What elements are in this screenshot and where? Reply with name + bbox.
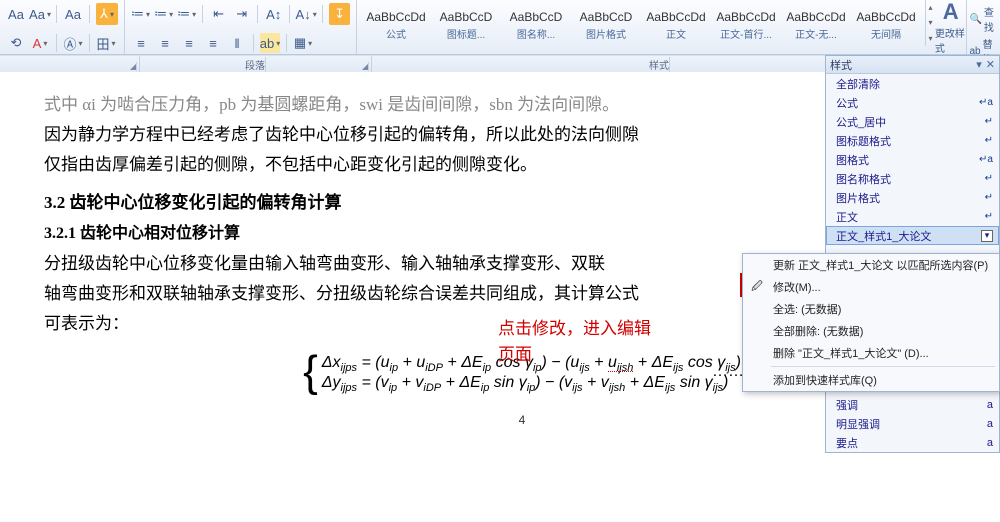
strike-btn[interactable]: ⟲ <box>6 33 26 53</box>
style-preview: AaBbCcDd <box>646 10 705 24</box>
highlight-color-btn[interactable]: ab <box>260 33 280 53</box>
style-gallery-item[interactable]: AaBbCcDd 正文 <box>641 2 711 48</box>
style-gallery-item[interactable]: AaBbCcDd 无间隔 <box>851 2 921 48</box>
change-style-label: 更改样式 <box>935 25 967 55</box>
outdent-btn[interactable]: ⇤ <box>209 4 228 24</box>
style-list-item[interactable]: 公式_居中↵ <box>826 112 999 131</box>
change-style-icon: A <box>943 0 959 25</box>
style-list-item[interactable]: 图格式↵a <box>826 150 999 169</box>
style-gallery-item[interactable]: AaBbCcD 图名称... <box>501 2 571 48</box>
styles-list-bottom[interactable]: 强调a明显强调a要点a <box>826 395 999 452</box>
ctx-add-quick[interactable]: 添加到快速样式库(Q) <box>743 369 999 391</box>
case-btn-2[interactable]: Aa <box>30 4 50 24</box>
align-center-btn[interactable]: ≡ <box>155 33 175 53</box>
para-launcher[interactable]: ◢ <box>362 62 369 71</box>
style-list-item[interactable]: 图名称格式↵ <box>826 169 999 188</box>
editing-group: 🔍查找 ab替换 ▭选择 <box>967 0 1000 54</box>
style-list-item[interactable]: 公式↵a <box>826 93 999 112</box>
style-label: 公式 <box>386 26 406 41</box>
font-group: Aa Aa Aa ⅄ ⟲ A Ⓐ 田 <box>0 0 125 54</box>
find-icon: 🔍 <box>969 14 981 25</box>
font-launcher[interactable]: ◢ <box>130 62 137 71</box>
pane-close-icon[interactable]: ✕ <box>986 58 995 71</box>
indent-btn[interactable]: ⇥ <box>232 4 251 24</box>
style-preview: AaBbCcD <box>510 10 563 24</box>
style-list-item[interactable]: 图标题格式↵ <box>826 131 999 150</box>
modify-icon: 🖉 <box>749 279 765 295</box>
annotation-text: 点击修改，进入编辑页面 <box>498 316 651 368</box>
style-label: 正文-首行... <box>720 26 772 41</box>
char-border-btn[interactable]: Ⓐ <box>63 33 83 53</box>
styles-list[interactable]: 全部清除公式↵a公式_居中↵图标题格式↵图格式↵a图名称格式↵图片格式↵正文↵ <box>826 74 999 226</box>
style-gallery-item[interactable]: AaBbCcD 图片格式 <box>571 2 641 48</box>
find-btn[interactable]: 🔍查找 <box>969 4 998 34</box>
style-selected-dd-icon[interactable]: ▾ <box>981 230 993 242</box>
borders-btn[interactable]: ▦ <box>293 33 313 53</box>
highlight-btn[interactable]: ⅄ <box>96 3 118 25</box>
style-gallery-item[interactable]: AaBbCcDd 正文-首行... <box>711 2 781 48</box>
style-preview: AaBbCcDd <box>786 10 845 24</box>
style-gallery-item[interactable]: AaBbCcDd 正文-无... <box>781 2 851 48</box>
style-list-item[interactable]: 明显强调a <box>826 414 999 433</box>
style-preview: AaBbCcDd <box>856 10 915 24</box>
style-list-item[interactable]: 全部清除 <box>826 74 999 93</box>
ctx-delete-style[interactable]: 删除 "正文_样式1_大论文" (D)... <box>743 342 999 364</box>
multilevel-btn[interactable]: ≔ <box>177 4 196 24</box>
align-left-btn[interactable]: ≡ <box>131 33 151 53</box>
style-list-item[interactable]: 图片格式↵ <box>826 188 999 207</box>
ctx-update-style[interactable]: 更新 正文_样式1_大论文 以匹配所选内容(P) <box>743 254 999 276</box>
style-label: 图名称... <box>517 26 555 41</box>
style-item-selected[interactable]: 正文_样式1_大论文 ▾ <box>826 226 999 245</box>
style-list-item[interactable]: 要点a <box>826 433 999 452</box>
ctx-modify-style[interactable]: 🖉修改(M)... <box>743 276 999 298</box>
ctx-separator <box>771 366 995 367</box>
align-distrib-btn[interactable]: ‖ <box>227 33 247 53</box>
ctx-remove-all[interactable]: 全部删除: (无数据) <box>743 320 999 342</box>
case-btn-1[interactable]: Aa <box>6 4 26 24</box>
style-context-menu: 更新 正文_样式1_大论文 以匹配所选内容(P) 🖉修改(M)... 全选: (… <box>742 253 1000 392</box>
case-btn-3[interactable]: Aa <box>63 4 83 24</box>
gallery-scroll[interactable]: ▴▾▾ <box>925 0 935 46</box>
bullets-btn[interactable]: ≔ <box>131 4 150 24</box>
showmarks-btn[interactable]: ↧ <box>329 3 350 25</box>
style-preview: AaBbCcD <box>440 10 493 24</box>
align-justify-btn[interactable]: ≡ <box>203 33 223 53</box>
ribbon-toolbar: Aa Aa Aa ⅄ ⟲ A Ⓐ 田 ≔ ≔ ≔ ⇤ ⇥ A↕ A↓ <box>0 0 1000 55</box>
styles-gallery: AaBbCcDd公式AaBbCcD图标题...AaBbCcD图名称...AaBb… <box>357 0 925 54</box>
caption-styles: 样式 <box>649 57 670 72</box>
style-label: 图标题... <box>447 26 485 41</box>
style-list-item[interactable]: 强调a <box>826 395 999 414</box>
style-gallery-item[interactable]: AaBbCcD 图标题... <box>431 2 501 48</box>
styles-pane-title: 样式 ▾✕ <box>826 56 999 74</box>
style-gallery-item[interactable]: AaBbCcDd 公式 <box>361 2 431 48</box>
shading-btn[interactable]: 田 <box>96 33 116 53</box>
linespace-btn[interactable]: A↕ <box>264 4 283 24</box>
style-label: 正文-无... <box>795 26 837 41</box>
align-right-btn[interactable]: ≡ <box>179 33 199 53</box>
font-color-btn[interactable]: A <box>30 33 50 53</box>
caption-paragraph: 段落 <box>245 57 266 72</box>
style-label: 图片格式 <box>586 26 626 41</box>
ctx-select-all[interactable]: 全选: (无数据) <box>743 298 999 320</box>
pane-dropdown-icon[interactable]: ▾ <box>976 58 982 71</box>
sort-btn[interactable]: A↓ <box>296 4 316 24</box>
change-style-btn[interactable]: A 更改样式 <box>935 0 968 54</box>
numbering-btn[interactable]: ≔ <box>154 4 173 24</box>
style-preview: AaBbCcDd <box>366 10 425 24</box>
style-list-item[interactable]: 正文↵ <box>826 207 999 226</box>
paragraph-group: ≔ ≔ ≔ ⇤ ⇥ A↕ A↓ ↧ ≡ ≡ ≡ ≡ ‖ ab ▦ <box>125 0 357 54</box>
style-label: 正文 <box>666 26 686 41</box>
style-preview: AaBbCcDd <box>716 10 775 24</box>
style-preview: AaBbCcD <box>580 10 633 24</box>
style-label: 无间隔 <box>871 26 901 41</box>
